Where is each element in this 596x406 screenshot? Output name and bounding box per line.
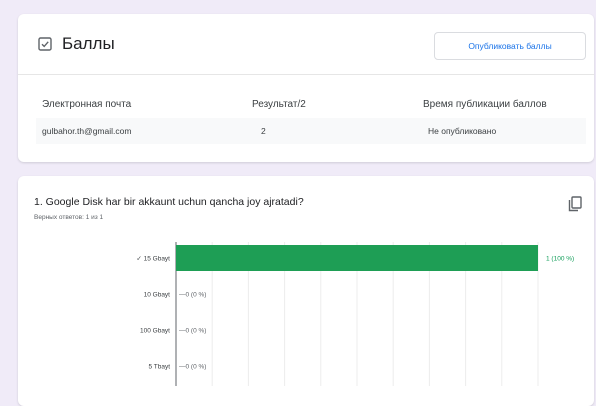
- scores-title: Баллы: [62, 34, 115, 53]
- value-label: —0 (0 %): [179, 292, 206, 299]
- column-header-result[interactable]: Результат/2: [252, 99, 306, 110]
- category-label: 10 Gbayt: [144, 292, 171, 299]
- value-label: —0 (0 %): [179, 364, 206, 371]
- publish-scores-button[interactable]: Опубликовать баллы: [434, 32, 586, 60]
- checkbox-icon: [38, 37, 52, 51]
- scores-card-header: Баллы Опубликовать баллы: [18, 14, 594, 75]
- question-card: 1. Google Disk har bir akkaunt uchun qan…: [18, 176, 594, 406]
- cell-published-status: Не опубликовано: [428, 126, 497, 136]
- value-label: 1 (100 %): [546, 256, 574, 263]
- column-header-publish-time[interactable]: Время публикации баллов: [423, 99, 547, 110]
- answer-bar-chart: ✓ 15 Gbayt 1 (100 %) 10 Gbayt —0 (0 %) 100 G…: [136, 242, 574, 386]
- cell-email: gulbahor.th@gmail.com: [42, 126, 132, 136]
- correct-answers-count: Верных ответов: 1 из 1: [34, 214, 104, 221]
- category-label: 5 Tbayt: [148, 364, 170, 371]
- category-label: ✓ 15 Gbayt: [136, 256, 170, 263]
- category-label: 100 Gbayt: [140, 328, 170, 335]
- column-header-email[interactable]: Электронная почта: [42, 99, 131, 110]
- scores-card: Баллы Опубликовать баллы Электронная поч…: [18, 14, 594, 162]
- value-label: —0 (0 %): [179, 328, 206, 335]
- answer-bar: [176, 245, 538, 271]
- question-title: 1. Google Disk har bir akkaunt uchun qan…: [34, 196, 304, 208]
- cell-score: 2: [261, 126, 266, 136]
- copy-icon[interactable]: [568, 196, 582, 212]
